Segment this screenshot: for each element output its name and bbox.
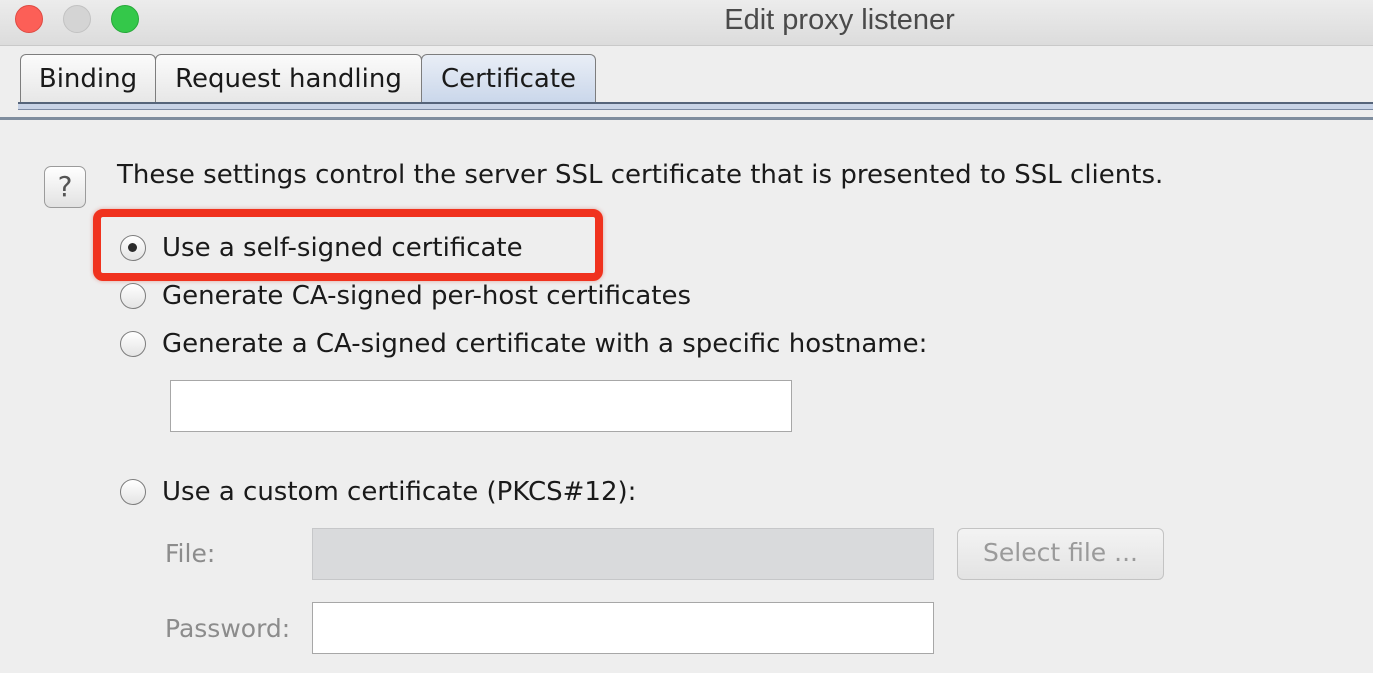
option-ca-signed-specific-hostname[interactable]: Generate a CA-signed certificate with a … (120, 327, 927, 361)
certificate-description: These settings control the server SSL ce… (117, 160, 1164, 190)
edit-proxy-listener-window: Edit proxy listener Binding Request hand… (0, 0, 1373, 673)
option-custom-certificate[interactable]: Use a custom certificate (PKCS#12): (120, 475, 636, 509)
question-mark-icon[interactable]: ? (44, 166, 86, 208)
option-label: Generate CA-signed per-host certificates (162, 281, 692, 311)
tab-certificate[interactable]: Certificate (421, 54, 596, 104)
window-title: Edit proxy listener (724, 4, 955, 36)
radio-button[interactable] (120, 479, 146, 505)
option-label: Use a custom certificate (PKCS#12): (162, 477, 637, 507)
option-label: Use a self-signed certificate (162, 233, 523, 263)
select-file-button[interactable]: Select file ... (957, 528, 1164, 580)
option-ca-signed-per-host[interactable]: Generate CA-signed per-host certificates (120, 279, 691, 313)
radio-button[interactable] (120, 331, 146, 357)
tab-underline (18, 102, 1373, 110)
file-path-input[interactable] (312, 528, 934, 580)
password-label: Password: (165, 614, 291, 643)
title-bar: Edit proxy listener (0, 0, 1373, 46)
radio-button[interactable] (120, 283, 146, 309)
tab-request-handling[interactable]: Request handling (155, 54, 422, 104)
hostname-input[interactable] (170, 380, 792, 432)
tab-bar: Binding Request handling Certificate (0, 46, 1373, 106)
file-label: File: (165, 539, 216, 568)
tab-binding[interactable]: Binding (20, 54, 156, 104)
radio-button-selected[interactable] (120, 235, 146, 261)
password-input[interactable] (312, 602, 934, 654)
option-self-signed[interactable]: Use a self-signed certificate (120, 231, 523, 265)
option-label: Generate a CA-signed certificate with a … (162, 329, 928, 359)
